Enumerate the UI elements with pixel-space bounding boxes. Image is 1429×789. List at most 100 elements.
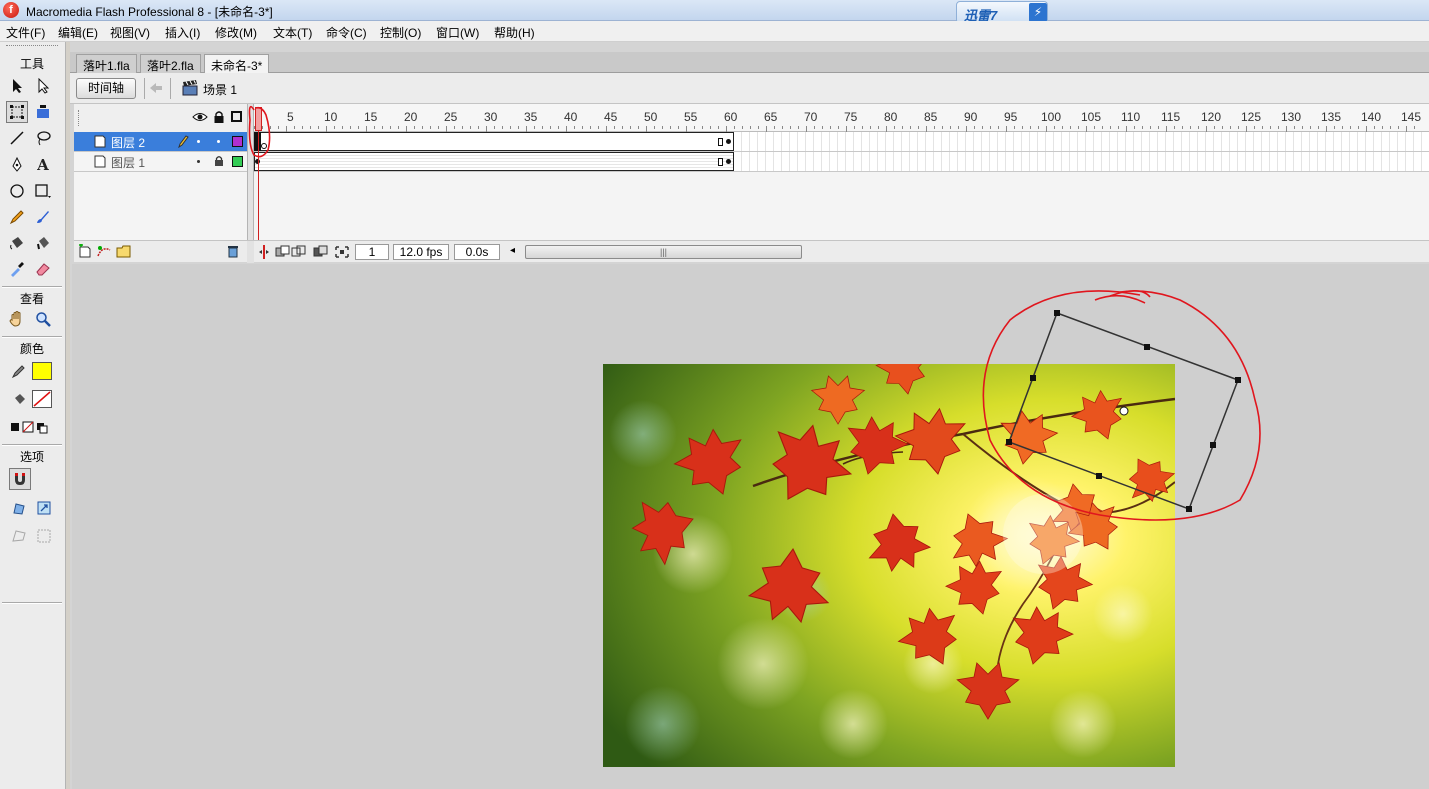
ruler-tick bbox=[1382, 126, 1383, 129]
eraser-tool-icon[interactable] bbox=[32, 258, 54, 280]
arrow-tool-icon[interactable] bbox=[6, 75, 28, 97]
eyedropper-tool-icon[interactable] bbox=[6, 258, 28, 280]
ruler-tick bbox=[854, 126, 855, 129]
tab-luoye1[interactable]: 落叶1.fla bbox=[76, 54, 137, 73]
menu-help[interactable]: 帮助(H) bbox=[494, 24, 535, 41]
lock-dot[interactable] bbox=[217, 140, 220, 143]
layer-name[interactable]: 图层 2 bbox=[111, 134, 145, 151]
back-arrow-icon[interactable] bbox=[148, 80, 164, 99]
envelope-icon[interactable] bbox=[33, 525, 55, 547]
center-frame-icon[interactable] bbox=[257, 244, 271, 263]
keyframe-60[interactable] bbox=[726, 139, 731, 144]
brush-tool-icon[interactable] bbox=[32, 206, 54, 228]
current-frame-field[interactable]: 1 bbox=[355, 244, 389, 260]
menu-file[interactable]: 文件(F) bbox=[6, 24, 45, 41]
layer-outline-color[interactable] bbox=[232, 136, 243, 147]
ruler-label: 105 bbox=[1081, 110, 1102, 124]
ruler-label: 55 bbox=[684, 110, 698, 124]
fps-field[interactable]: 12.0 fps bbox=[393, 244, 449, 260]
lasso-tool-icon[interactable] bbox=[32, 127, 54, 149]
ruler-label: 135 bbox=[1321, 110, 1342, 124]
ruler-tick bbox=[582, 126, 583, 129]
ruler-tick bbox=[1334, 126, 1335, 129]
ruler-tick bbox=[382, 126, 383, 129]
scroll-left-arrow-icon[interactable]: ◂ bbox=[510, 245, 515, 256]
menu-control[interactable]: 控制(O) bbox=[380, 24, 421, 41]
fill-transform-tool-icon[interactable] bbox=[32, 101, 54, 123]
add-motion-guide-icon[interactable] bbox=[96, 244, 112, 261]
ruler-tick bbox=[814, 126, 815, 129]
ruler-tick bbox=[670, 126, 671, 129]
layer-name[interactable]: 图层 1 bbox=[111, 154, 145, 171]
tools-panel: 工具 A 查看 颜色 选项 bbox=[0, 42, 66, 789]
ruler-label: 35 bbox=[524, 110, 538, 124]
layer-2-frames[interactable] bbox=[254, 132, 1429, 152]
playhead[interactable] bbox=[255, 107, 262, 131]
ruler-label: 75 bbox=[844, 110, 858, 124]
document-tabs: 落叶1.fla 落叶2.fla 未命名-3* bbox=[70, 52, 1429, 74]
title-bar: f Macromedia Flash Professional 8 - [未命名… bbox=[0, 0, 1429, 24]
frame-ruler[interactable]: 5 10 15 20 25 30 35 40 45 50 55 60 65 70 75 80 85 90 95 100… bbox=[254, 104, 1429, 132]
outline-icon[interactable] bbox=[231, 111, 242, 122]
oval-tool-icon[interactable] bbox=[6, 180, 28, 202]
keyframe-60[interactable] bbox=[726, 159, 731, 164]
insert-folder-icon[interactable] bbox=[116, 244, 132, 261]
swap-colors-icon[interactable] bbox=[6, 416, 60, 438]
layer-row-1[interactable]: 图层 1 bbox=[74, 152, 247, 172]
menu-edit[interactable]: 编辑(E) bbox=[58, 24, 98, 41]
hand-tool-icon[interactable] bbox=[6, 308, 28, 330]
zoom-tool-icon[interactable] bbox=[32, 308, 54, 330]
eye-icon[interactable] bbox=[192, 111, 208, 126]
add-layer-icon[interactable] bbox=[78, 243, 92, 261]
ruler-tick bbox=[622, 126, 623, 129]
layer-outline-color[interactable] bbox=[232, 156, 243, 167]
layer-icon bbox=[94, 135, 106, 151]
menu-insert[interactable]: 插入(I) bbox=[165, 24, 200, 41]
snap-magnet-icon[interactable] bbox=[9, 468, 31, 490]
onion-skin-icon[interactable] bbox=[275, 245, 291, 262]
menu-window[interactable]: 窗口(W) bbox=[436, 24, 479, 41]
free-transform-tool-icon[interactable] bbox=[6, 101, 28, 123]
blank-keyframe[interactable] bbox=[261, 143, 267, 149]
edit-multiple-frames-icon[interactable] bbox=[313, 245, 329, 262]
horizontal-scrollbar-thumb[interactable]: ||| bbox=[525, 245, 802, 259]
elapsed-time-field[interactable]: 0.0s bbox=[454, 244, 500, 260]
autumn-leaves-image[interactable] bbox=[603, 364, 1175, 767]
layer-1-frames[interactable] bbox=[254, 152, 1429, 172]
lock-icon[interactable] bbox=[213, 110, 225, 127]
trash-icon[interactable] bbox=[226, 244, 240, 261]
subselect-tool-icon[interactable] bbox=[32, 75, 54, 97]
menu-view[interactable]: 视图(V) bbox=[110, 24, 150, 41]
scale-icon[interactable] bbox=[33, 497, 55, 519]
menu-commands[interactable]: 命令(C) bbox=[326, 24, 367, 41]
ruler-tick bbox=[1222, 126, 1223, 129]
view-section-label: 查看 bbox=[19, 292, 44, 306]
visibility-dot[interactable] bbox=[197, 160, 200, 163]
visibility-dot[interactable] bbox=[197, 140, 200, 143]
ruler-tick bbox=[1022, 126, 1023, 129]
pencil-tool-icon[interactable] bbox=[6, 206, 28, 228]
layer-2-span bbox=[254, 132, 734, 151]
locked-icon[interactable] bbox=[214, 155, 224, 170]
text-tool-icon[interactable]: A bbox=[32, 154, 54, 176]
modify-onion-markers-icon[interactable] bbox=[334, 245, 350, 262]
paint-bucket-tool-icon[interactable] bbox=[32, 232, 54, 254]
timeline-toggle-button[interactable]: 时间轴 bbox=[76, 78, 136, 99]
menu-text[interactable]: 文本(T) bbox=[273, 24, 312, 41]
tab-luoye2[interactable]: 落叶2.fla bbox=[140, 54, 201, 73]
layer-row-2[interactable]: 图层 2 bbox=[74, 132, 247, 152]
onion-skin-outlines-icon[interactable] bbox=[291, 245, 307, 262]
ruler-tick bbox=[358, 126, 359, 129]
menu-modify[interactable]: 修改(M) bbox=[215, 24, 257, 41]
ruler-tick bbox=[558, 126, 559, 129]
stroke-color-swatch[interactable] bbox=[32, 362, 52, 380]
fill-color-swatch[interactable] bbox=[32, 390, 52, 408]
pen-tool-icon[interactable] bbox=[6, 154, 28, 176]
rectangle-tool-icon[interactable] bbox=[32, 180, 54, 202]
ruler-tick bbox=[942, 126, 943, 129]
line-tool-icon[interactable] bbox=[6, 127, 28, 149]
rotate-skew-icon[interactable] bbox=[8, 497, 30, 519]
ink-bottle-tool-icon[interactable] bbox=[6, 232, 28, 254]
tab-untitled-3[interactable]: 未命名-3* bbox=[204, 54, 270, 74]
distort-icon[interactable] bbox=[8, 525, 30, 547]
